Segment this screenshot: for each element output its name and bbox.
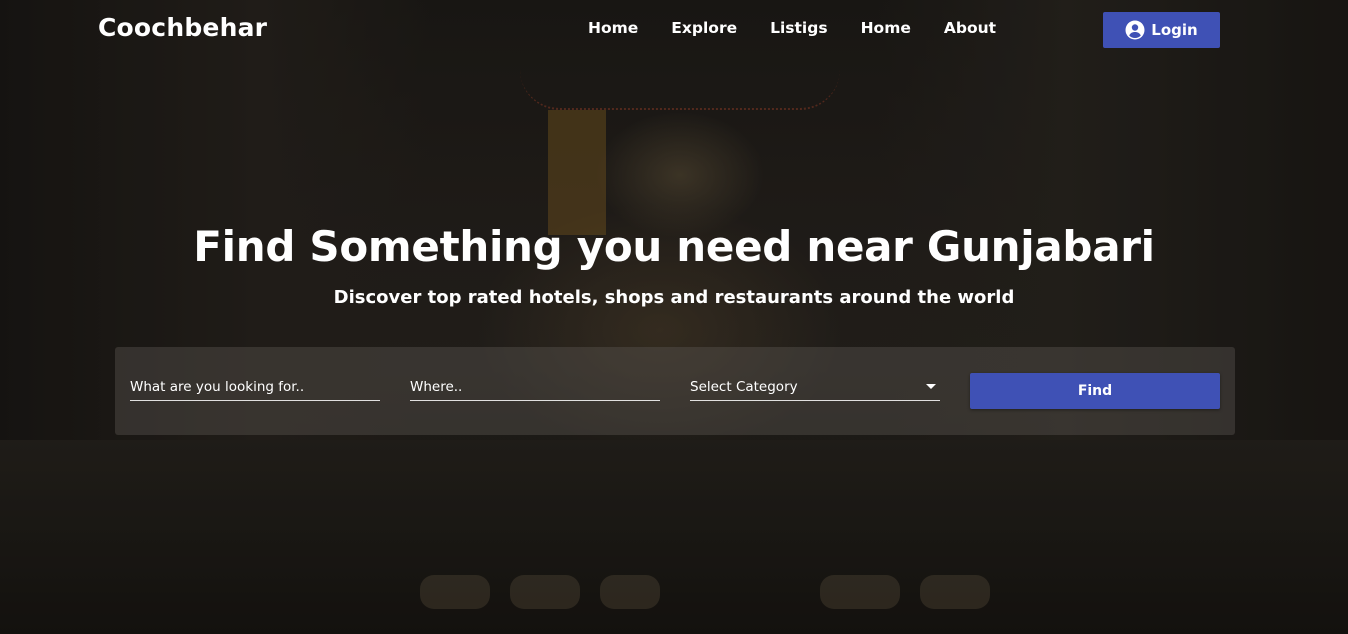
search-panel: Select Category Find <box>115 347 1235 435</box>
hero-overlay <box>0 0 1348 634</box>
caret-down-icon <box>926 384 936 389</box>
nav-link-home-2[interactable]: Home <box>861 19 911 37</box>
navbar: Coochbehar Home Explore Listigs Home Abo… <box>0 0 1348 60</box>
hero-subtitle: Discover top rated hotels, shops and res… <box>333 287 1015 308</box>
nav-link-home[interactable]: Home <box>588 19 638 37</box>
nav-link-listings[interactable]: Listigs <box>770 19 827 37</box>
where-field <box>410 373 660 401</box>
nav-link-explore[interactable]: Explore <box>671 19 737 37</box>
what-input[interactable] <box>130 373 380 400</box>
hero-title: Find Something you need near Gunjabari <box>193 222 1155 271</box>
login-button[interactable]: Login <box>1103 12 1220 48</box>
category-selected-value: Select Category <box>690 379 798 395</box>
category-select[interactable]: Select Category <box>690 373 940 401</box>
account-circle-icon <box>1125 20 1145 40</box>
login-label: Login <box>1151 21 1198 39</box>
what-field <box>130 373 380 401</box>
where-input[interactable] <box>410 373 660 400</box>
brand-logo[interactable]: Coochbehar <box>98 13 267 42</box>
find-button[interactable]: Find <box>970 373 1220 409</box>
nav-link-about[interactable]: About <box>944 19 996 37</box>
nav-links: Home Explore Listigs Home About <box>588 19 996 37</box>
